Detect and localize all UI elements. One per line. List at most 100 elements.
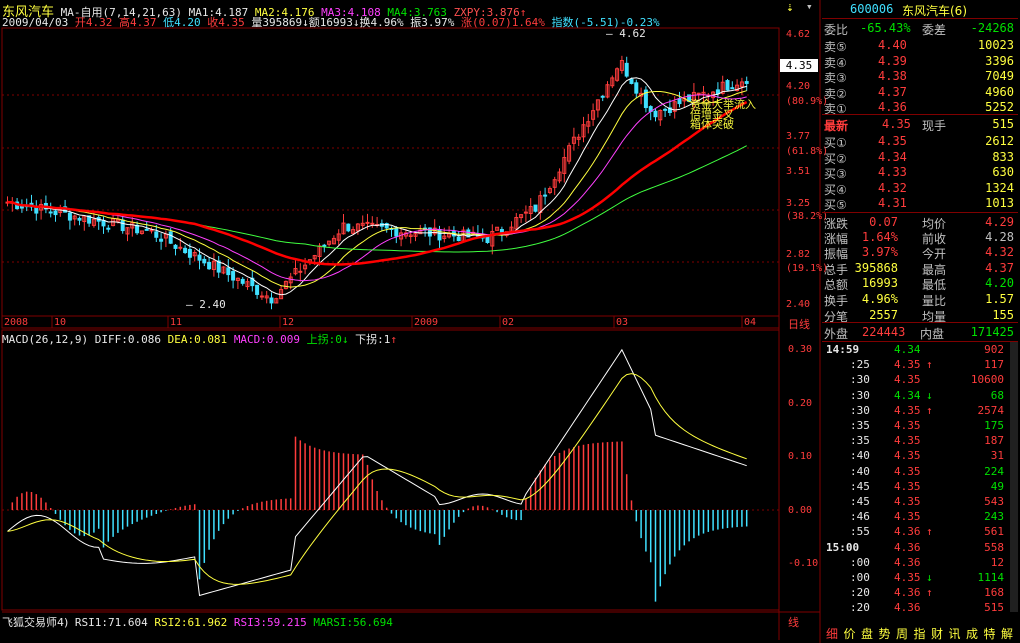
candle[interactable] [744,76,749,91]
scroll-right-icon[interactable]: 线 [788,614,799,630]
candle[interactable] [192,249,197,262]
candle[interactable] [624,56,629,78]
candle[interactable] [34,200,39,221]
candle[interactable] [106,224,111,233]
rsi-title[interactable]: 飞狐交易师4) [2,616,68,629]
candle[interactable] [730,81,735,90]
candle[interactable] [173,244,178,256]
bottom-tab[interactable]: 特 [984,625,996,642]
bottom-tab[interactable]: 解 [1001,625,1013,642]
tick-row[interactable]: :20 4.36 ↑ 168 [822,585,1018,600]
tick-row[interactable]: :00 4.36 12 [822,555,1018,570]
candle[interactable] [567,142,572,165]
candle[interactable] [615,67,620,82]
candle[interactable] [341,214,346,235]
candle[interactable] [715,82,720,99]
candle[interactable] [351,226,356,235]
candle[interactable] [101,216,106,234]
candle[interactable] [619,55,624,74]
tick-row[interactable]: :30 4.35 ↑ 2574 [822,403,1018,418]
candle[interactable] [509,221,514,233]
tick-row[interactable]: 14:59 4.34 902 [822,342,1018,357]
candle[interactable] [269,292,274,310]
candle[interactable] [159,233,164,250]
candle[interactable] [725,79,730,92]
candle[interactable] [557,168,562,184]
candle[interactable] [298,263,303,282]
bottom-tab[interactable]: 讯 [949,625,961,642]
candle[interactable] [355,223,360,235]
candle[interactable] [96,214,101,230]
tick-row[interactable]: :25 4.35 ↑ 117 [822,357,1018,372]
candle[interactable] [48,202,53,218]
candle[interactable] [346,223,351,233]
candle[interactable] [370,216,375,228]
tick-row[interactable]: :00 4.35 ↓ 1114 [822,570,1018,585]
candle[interactable] [600,95,605,102]
candle[interactable] [279,285,284,300]
candle[interactable] [595,99,600,118]
bottom-tab[interactable]: 成 [966,625,978,642]
candle[interactable] [547,186,552,195]
bottom-tab[interactable]: 财 [931,625,943,642]
candle[interactable] [495,226,500,231]
candle[interactable] [336,229,341,246]
candle[interactable] [658,109,663,126]
tick-row[interactable]: :35 4.35 187 [822,433,1018,448]
candle[interactable] [571,127,576,151]
tick-row[interactable]: :30 4.35 10600 [822,372,1018,387]
candle[interactable] [552,176,557,195]
candle[interactable] [29,194,34,211]
candle[interactable] [653,108,658,122]
tick-row[interactable]: :46 4.35 243 [822,509,1018,524]
candle[interactable] [293,260,298,276]
bid-row[interactable]: 买⑤ 4.31 1013 [822,194,1018,212]
candle[interactable] [211,253,216,277]
bottom-tab[interactable]: 细 [826,625,838,642]
candle[interactable] [432,219,437,237]
bottom-tab[interactable]: 周 [896,625,908,642]
candle[interactable] [586,113,591,134]
candle[interactable] [221,266,226,275]
candle[interactable] [360,215,365,230]
tick-row[interactable]: :45 4.35 49 [822,479,1018,494]
candle[interactable] [528,198,533,220]
candle[interactable] [264,290,269,304]
candle[interactable] [82,215,87,231]
candle[interactable] [610,75,615,89]
tick-scrollbar[interactable] [1010,342,1018,612]
candle[interactable] [39,199,44,220]
candle[interactable] [72,214,77,226]
candle[interactable] [283,280,288,290]
candle[interactable] [562,148,567,183]
bottom-tab[interactable]: 盘 [861,625,873,642]
bottom-tab[interactable]: 价 [844,625,856,642]
candle[interactable] [43,195,48,214]
candle[interactable] [576,133,581,147]
candle[interactable] [202,256,207,267]
candle[interactable] [255,284,260,299]
macd-title[interactable]: MACD(26,12,9) [2,333,88,346]
candle[interactable] [139,230,144,235]
candle[interactable] [120,215,125,234]
chart-canvas[interactable] [0,0,822,643]
candle[interactable] [605,81,610,99]
candle[interactable] [77,216,82,226]
candle[interactable] [235,277,240,289]
tick-row[interactable]: 15:00 4.36 558 [822,540,1018,555]
candle[interactable] [58,204,63,217]
candle[interactable] [245,278,250,290]
candle[interactable] [331,235,336,245]
tick-row[interactable]: :30 4.34 ↓ 68 [822,388,1018,403]
candle[interactable] [677,91,682,108]
candle[interactable] [519,214,524,223]
candle[interactable] [538,190,543,220]
candle[interactable] [207,256,212,270]
tick-row[interactable]: :35 4.35 175 [822,418,1018,433]
tick-row[interactable]: :20 4.36 515 [822,600,1018,615]
candle[interactable] [216,255,221,278]
period-label[interactable]: 日线 [788,316,810,332]
candle[interactable] [125,227,130,242]
candle[interactable] [130,217,135,237]
candle[interactable] [591,103,596,126]
